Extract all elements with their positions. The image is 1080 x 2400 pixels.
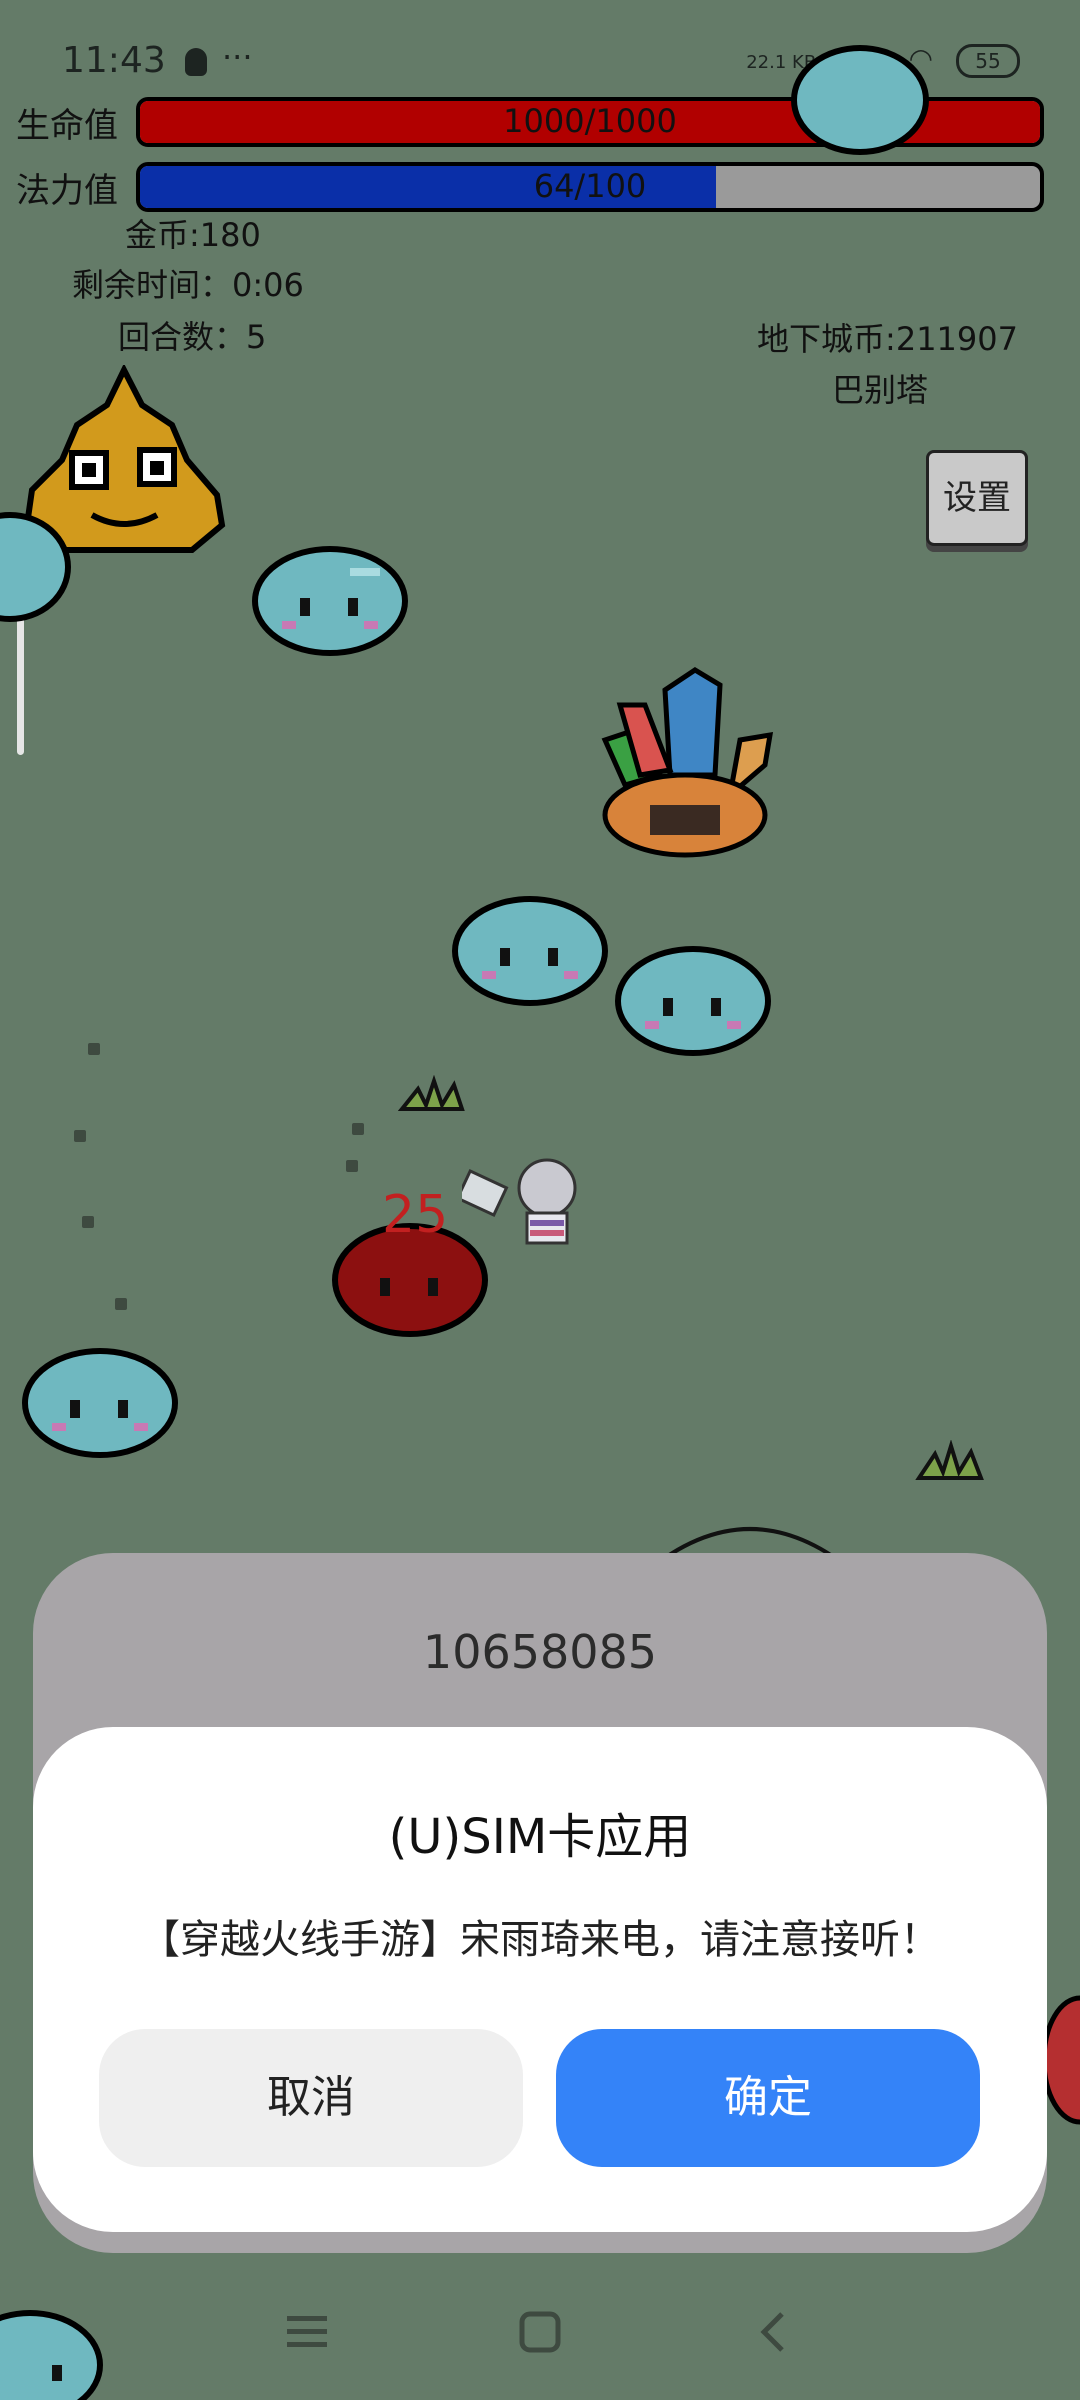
confirm-button[interactable]: 确定 — [556, 2029, 980, 2167]
time-left: 剩余时间：0:06 — [72, 266, 304, 304]
mp-bar: 64/100 — [136, 162, 1044, 212]
damage-number: 25 — [382, 1185, 449, 1245]
blue-slime[interactable] — [790, 45, 930, 160]
player-character[interactable] — [462, 1158, 587, 1258]
projectile-dot — [346, 1160, 358, 1172]
back-icon[interactable] — [752, 2310, 796, 2354]
cancel-button[interactable]: 取消 — [99, 2029, 523, 2167]
battery-icon: 55 — [956, 44, 1020, 78]
mp-label: 法力值 — [16, 171, 118, 211]
home-icon[interactable] — [518, 2310, 562, 2354]
status-time: 11:43 — [62, 40, 166, 81]
grass-tuft — [398, 1075, 465, 1111]
blue-slime[interactable] — [613, 943, 773, 1058]
mp-bar-text: 64/100 — [533, 167, 647, 205]
blue-slime[interactable] — [20, 1345, 180, 1460]
dialog-message: 【穿越火线手游】宋雨琦来电，请注意接听！ — [140, 1917, 940, 1963]
projectile-dot — [115, 1298, 127, 1310]
round-counter: 回合数：5 — [118, 318, 267, 356]
projectile-dot — [352, 1123, 364, 1135]
crystal-crab-monster[interactable] — [590, 665, 785, 865]
qq-icon — [185, 48, 207, 76]
more-icon: ··· — [222, 38, 253, 76]
location-name: 巴别塔 — [832, 371, 929, 409]
navigation-bar — [0, 2310, 1080, 2370]
blue-slime[interactable] — [250, 543, 410, 658]
dialog-title: (U)SIM卡应用 — [388, 1809, 692, 1865]
projectile-dot — [82, 1216, 94, 1228]
dungeon-coins: 地下城币:211907 — [757, 320, 1018, 358]
projectile-dot — [88, 1043, 100, 1055]
gold-counter: 金币:180 — [125, 216, 261, 254]
settings-button[interactable]: 设置 — [926, 450, 1028, 546]
grass-tuft — [915, 1440, 984, 1480]
dialog-sender-number: 10658085 — [422, 1625, 658, 1679]
blue-slime[interactable] — [0, 510, 72, 625]
projectile-dot — [74, 1130, 86, 1142]
menu-icon[interactable] — [285, 2310, 329, 2354]
blue-slime[interactable] — [450, 893, 610, 1008]
hp-label: 生命值 — [16, 106, 118, 146]
